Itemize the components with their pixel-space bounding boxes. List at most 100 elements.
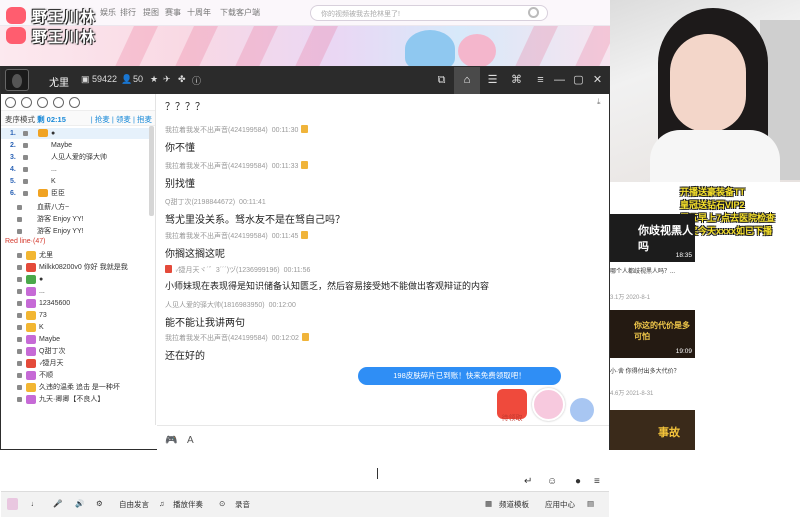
member-item[interactable]: 尤里 xyxy=(1,250,154,261)
video-card[interactable]: 你这的代价是多可怕 19:09 小·舍 你得付出多大代价？ 4.6万 2021-… xyxy=(610,310,695,406)
member-item[interactable]: 73 xyxy=(1,310,154,321)
message-user[interactable]: 我拉着我发不出声音(424199584) xyxy=(165,335,268,342)
mic-timer: 剩 02:15 xyxy=(37,115,66,124)
collapse-icon[interactable] xyxy=(69,97,80,108)
video-card[interactable]: 事故 xyxy=(610,410,695,450)
message-user[interactable]: ·⁄捷月天ヾ´゛3´´´)ヅ(1236999196) xyxy=(175,267,280,274)
queue-item[interactable]: 2. Maybe xyxy=(1,140,154,151)
mic-actions[interactable]: | 抢麦 | 领麦 | 抱麦 xyxy=(91,114,152,125)
queue-item[interactable]: 1. ● xyxy=(1,128,154,139)
queue-item[interactable]: 6. 臣臣 xyxy=(1,188,154,199)
queue-item[interactable]: 4. ... xyxy=(1,164,154,175)
avatar-icon[interactable] xyxy=(7,498,18,510)
video-thumbnail[interactable]: 事故 xyxy=(610,410,695,450)
nav-link[interactable]: 十周年 xyxy=(187,7,211,18)
record-button[interactable]: 录音 xyxy=(235,499,250,510)
level-icon xyxy=(301,125,309,133)
emoji-icon[interactable]: ☺ xyxy=(547,476,557,487)
member-item[interactable]: K xyxy=(1,322,154,333)
gamepad-icon[interactable]: ⌘ xyxy=(509,73,524,88)
member-item[interactable]: Q甜丁次 xyxy=(1,346,154,357)
message-time: 00:11:45 xyxy=(271,233,299,240)
member-panel: 麦序模式 剩 02:15 | 抢麦 | 领麦 | 抱麦 1. ● 2. Mayb… xyxy=(1,94,156,425)
chat-scrollbar[interactable]: ⤓ xyxy=(597,97,607,389)
message-time: 00:11:33 xyxy=(271,163,299,170)
record-icon[interactable]: ⊙ xyxy=(219,499,225,508)
volume-icon[interactable]: 🔊 xyxy=(75,499,84,508)
menu-icon[interactable]: ≡ xyxy=(533,73,548,88)
member-item[interactable]: 游客 Enjoy YY! xyxy=(1,226,154,237)
template-icon[interactable]: ▦ xyxy=(485,499,492,508)
app-center-icon[interactable]: ▤ xyxy=(587,499,594,508)
play-accompaniment-button[interactable]: 播放伴奏 xyxy=(173,499,203,510)
mic-icon[interactable]: ♩ xyxy=(31,499,39,508)
close-icon[interactable]: ✕ xyxy=(590,73,605,88)
search-icon[interactable] xyxy=(528,7,539,18)
notice-bubble[interactable]: 198皮肤碎片已到账！快来免费领取吧！ xyxy=(358,367,561,385)
screen-share-icon[interactable]: ⧉ xyxy=(434,73,449,88)
settings-icon[interactable]: ⚙ xyxy=(96,499,103,508)
member-item[interactable]: ... xyxy=(1,286,154,297)
red-packet-label[interactable]: 待领取 xyxy=(495,413,529,423)
member-item[interactable]: 久违的温柔 追击 是一种坏 xyxy=(1,382,154,393)
gear-icon[interactable] xyxy=(570,398,594,422)
promo-avatar-icon[interactable] xyxy=(532,388,565,421)
member-item[interactable]: ● xyxy=(1,274,154,285)
user-icon[interactable] xyxy=(5,97,16,108)
maximize-icon[interactable]: ▢ xyxy=(571,73,586,88)
member-item[interactable]: 12345600 xyxy=(1,298,154,309)
message-input-area[interactable]: 🎮 A ↵ ☺ ● ≡ xyxy=(157,425,609,491)
member-item[interactable]: 不顺 xyxy=(1,370,154,381)
chat-message: 人见人爱的驿大帅(1816983950) 00:12:00 能不能让我讲两句 xyxy=(165,300,585,329)
message-text: 别找懂 xyxy=(165,179,195,190)
banner-character xyxy=(458,34,496,68)
group-icon[interactable] xyxy=(21,97,32,108)
member-item[interactable]: 九天·卿卿【不良人】 xyxy=(1,394,154,405)
gamepad-icon[interactable]: 🎮 xyxy=(165,435,177,446)
message-user[interactable]: 我拉着我发不出声音(424199584) xyxy=(165,163,268,170)
channel-avatar[interactable] xyxy=(5,69,29,91)
star-icon[interactable]: ★ xyxy=(150,74,158,85)
list-icon[interactable]: ☰ xyxy=(485,73,500,88)
member-item[interactable]: 游客 Enjoy YY! xyxy=(1,214,154,225)
scroll-down-icon[interactable]: ⤓ xyxy=(597,97,601,107)
share-icon[interactable]: ✤ xyxy=(178,74,186,85)
video-caption[interactable]: 小·舍 你得付出多大代价？ xyxy=(610,366,680,375)
minimize-icon[interactable]: — xyxy=(552,73,567,88)
music-icon[interactable]: ♫ xyxy=(159,499,165,508)
message-user[interactable]: 我拉着我发不出声音(424199584) xyxy=(165,127,268,134)
yy-chat-window: 尤里 ▣ 59422 👤 50 ★ ✈ ✤ ⓘ ⧉ ⌂ ☰ ⌘ ≡ — ▢ ✕ … xyxy=(0,66,610,517)
airplane-icon[interactable]: ✈ xyxy=(163,74,171,85)
font-icon[interactable]: A xyxy=(187,435,194,446)
video-caption[interactable]: 哪个人都歧视黑人吗？... xyxy=(610,266,675,275)
message-user[interactable]: Q甜丁次(2198844672) xyxy=(165,199,235,206)
nav-link[interactable]: 提图 xyxy=(143,7,159,18)
nav-link[interactable]: 排行 xyxy=(120,7,136,18)
microphone-icon[interactable]: 🎤 xyxy=(53,499,62,508)
channel-template-button[interactable]: 频道模板 xyxy=(499,499,529,510)
member-item[interactable]: Milkk08200v0 你好 我就是我 xyxy=(1,262,154,273)
mic-mode-label[interactable]: 麦序模式 xyxy=(5,115,35,124)
info-icon[interactable]: ⓘ xyxy=(192,74,201,87)
mic-icon[interactable]: ● xyxy=(575,476,581,487)
message-user[interactable]: 我拉着我发不出声音(424199584) xyxy=(165,233,268,240)
nav-link[interactable]: 赛事 xyxy=(165,7,181,18)
queue-item[interactable]: 3. 人见人爱的驿大帅 xyxy=(1,152,154,163)
queue-item[interactable]: 5. K xyxy=(1,176,154,187)
video-card[interactable]: 你歧视黑人吗 18:35 哪个人都歧视黑人吗？... 3.1万 2020-8-1 xyxy=(610,214,695,310)
group-header[interactable]: Red line·(47) xyxy=(5,238,155,245)
message-user[interactable]: 人见人爱的驿大帅(1816983950) xyxy=(165,302,265,309)
enter-icon[interactable]: ↵ xyxy=(524,476,532,487)
settings-icon[interactable] xyxy=(53,97,64,108)
member-item[interactable]: Maybe xyxy=(1,334,154,345)
window-titlebar[interactable]: 尤里 ▣ 59422 👤 50 ★ ✈ ✤ ⓘ ⧉ ⌂ ☰ ⌘ ≡ — ▢ ✕ xyxy=(1,67,609,94)
more-icon[interactable]: ≡ xyxy=(594,476,600,487)
member-item[interactable]: 血薪八方~ xyxy=(1,202,154,213)
free-speak-button[interactable]: 自由发言 xyxy=(119,499,149,510)
member-item[interactable]: ·⁄捷月天 xyxy=(1,358,154,369)
app-center-button[interactable]: 应用中心 xyxy=(545,499,575,510)
home-icon[interactable]: ⌂ xyxy=(454,67,480,94)
location-icon[interactable] xyxy=(37,97,48,108)
site-search-input[interactable]: 你的视频被我去抢林里了! xyxy=(310,5,548,21)
nav-link-download[interactable]: 下载客户端 xyxy=(220,7,260,18)
